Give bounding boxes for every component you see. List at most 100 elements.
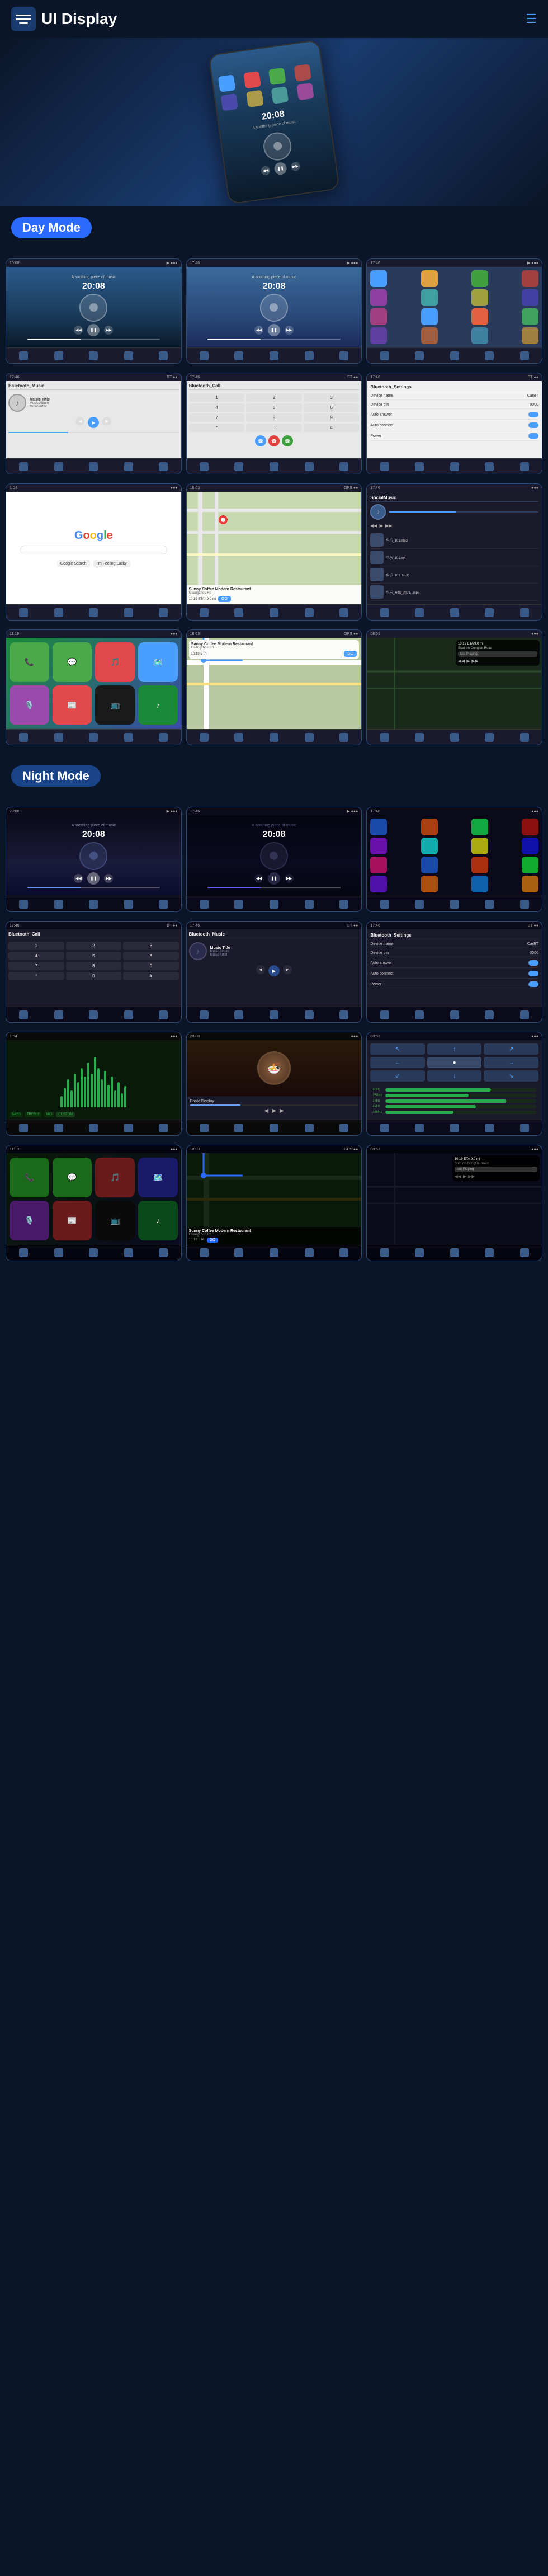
nmn-bottom-1[interactable] [200, 1248, 209, 1257]
night-app-14[interactable] [421, 876, 438, 892]
app-icon-14[interactable] [421, 327, 438, 344]
night-app-2[interactable] [421, 819, 438, 835]
bottom-icon-8[interactable] [270, 351, 278, 360]
night-auto-connect-toggle[interactable] [528, 971, 538, 976]
nios-app-news[interactable]: 📰 [53, 1201, 92, 1240]
bottom-icon-7[interactable] [234, 351, 243, 360]
night-app-13[interactable] [370, 876, 387, 892]
nav-up[interactable]: ↑ [427, 1043, 482, 1055]
dial-8[interactable]: 8 [246, 413, 302, 422]
bottom-icon-12[interactable] [415, 351, 424, 360]
nbtm-bottom-4[interactable] [305, 1010, 314, 1019]
night-np-prev[interactable]: ◀◀ [455, 1174, 461, 1179]
nmn-bottom-5[interactable] [339, 1248, 348, 1257]
nav2-bottom-4[interactable] [305, 733, 314, 742]
map-bottom-5[interactable] [339, 608, 348, 617]
bottom-icon-15[interactable] [520, 351, 529, 360]
sm-bottom-5[interactable] [520, 608, 529, 617]
google-lucky-btn[interactable]: I'm Feeling Lucky [93, 560, 130, 567]
app-icon-4[interactable] [522, 270, 538, 287]
nios-bottom-3[interactable] [89, 1248, 98, 1257]
nav-down-right[interactable]: ↘ [484, 1070, 538, 1082]
dial-4[interactable]: 4 [189, 403, 245, 412]
nios-bottom-5[interactable] [159, 1248, 168, 1257]
ios-bottom-2[interactable] [54, 733, 63, 742]
dial-5[interactable]: 5 [246, 403, 302, 412]
nnc-bottom-3[interactable] [450, 1124, 459, 1132]
night-app-15[interactable] [471, 876, 488, 892]
night-np-play[interactable]: ▶ [463, 1174, 466, 1179]
bt3-bottom-1[interactable] [380, 462, 389, 471]
nnc-bottom-1[interactable] [380, 1124, 389, 1132]
photo-play[interactable]: ▶ [272, 1108, 276, 1114]
nnp-bottom-1[interactable] [380, 1248, 389, 1257]
g-bottom-1[interactable] [19, 608, 28, 617]
g-bottom-5[interactable] [159, 608, 168, 617]
np-bottom-5[interactable] [520, 733, 529, 742]
bt-bottom-3[interactable] [89, 462, 98, 471]
sm-next[interactable]: ▶▶ [385, 523, 392, 528]
night-app-3[interactable] [471, 819, 488, 835]
night-app-4[interactable] [522, 819, 538, 835]
night-auto-answer-toggle[interactable] [528, 960, 538, 966]
call-dial-btn[interactable]: ☎ [255, 435, 266, 446]
ndial-5[interactable]: 5 [66, 952, 122, 960]
bt3-bottom-3[interactable] [450, 462, 459, 471]
bt3-bottom-2[interactable] [415, 462, 424, 471]
bt2-bottom-1[interactable] [200, 462, 209, 471]
app-icon-5[interactable] [370, 289, 387, 306]
nav-right[interactable]: → [484, 1057, 538, 1068]
ndial-1[interactable]: 1 [8, 942, 64, 950]
ndial-8[interactable]: 8 [66, 962, 122, 970]
nav-go-btn[interactable]: GO [218, 596, 231, 602]
dial-3[interactable]: 3 [304, 393, 360, 402]
nbtc-bottom-4[interactable] [124, 1010, 133, 1019]
g-bottom-2[interactable] [54, 608, 63, 617]
nbtm-bottom-2[interactable] [234, 1010, 243, 1019]
nbtc-bottom-1[interactable] [19, 1010, 28, 1019]
nmn-bottom-3[interactable] [270, 1248, 278, 1257]
np-bottom-4[interactable] [485, 733, 494, 742]
ph-bottom-1[interactable] [200, 1124, 209, 1132]
ndial-0[interactable]: 0 [66, 972, 122, 980]
n1-bottom-3[interactable] [89, 900, 98, 909]
ios-bottom-4[interactable] [124, 733, 133, 742]
np-next[interactable]: ▶▶ [471, 659, 478, 664]
nios-app-maps[interactable]: 🗺️ [138, 1158, 178, 1197]
bt2-bottom-2[interactable] [234, 462, 243, 471]
auto-connect-toggle[interactable] [528, 422, 538, 428]
night-nav-go[interactable]: GO [207, 1238, 219, 1243]
map-bottom-4[interactable] [305, 608, 314, 617]
bottom-icon-11[interactable] [380, 351, 389, 360]
call-end-btn[interactable]: ☎ [268, 435, 280, 446]
next-btn-2[interactable]: ▶▶ [285, 326, 294, 335]
g-bottom-4[interactable] [124, 608, 133, 617]
eq-btn-2[interactable]: TREBLE [25, 1112, 42, 1117]
bt2-bottom-5[interactable] [339, 462, 348, 471]
auto-answer-toggle[interactable] [528, 412, 538, 417]
hero-next-btn[interactable]: ▶▶ [290, 161, 300, 171]
night-app-12[interactable] [522, 857, 538, 873]
night-app-10[interactable] [421, 857, 438, 873]
sm-bottom-3[interactable] [450, 608, 459, 617]
app-icon-1[interactable] [370, 270, 387, 287]
nbtm-bottom-3[interactable] [270, 1010, 278, 1019]
bt3-bottom-5[interactable] [520, 462, 529, 471]
np-prev[interactable]: ◀◀ [458, 659, 465, 664]
night-app-6[interactable] [421, 838, 438, 854]
bottom-icon-13[interactable] [450, 351, 459, 360]
night-app-11[interactable] [471, 857, 488, 873]
nav2-bottom-3[interactable] [270, 733, 278, 742]
prev-btn-1[interactable]: ◀◀ [74, 326, 83, 335]
na-bottom-2[interactable] [415, 900, 424, 909]
bt2-bottom-4[interactable] [305, 462, 314, 471]
g-bottom-3[interactable] [89, 608, 98, 617]
app-icon-10[interactable] [421, 308, 438, 325]
bt-bottom-4[interactable] [124, 462, 133, 471]
ios-bottom-3[interactable] [89, 733, 98, 742]
power-toggle[interactable] [528, 433, 538, 439]
n2-bottom-2[interactable] [234, 900, 243, 909]
nios-bottom-1[interactable] [19, 1248, 28, 1257]
night-app-5[interactable] [370, 838, 387, 854]
ndial-4[interactable]: 4 [8, 952, 64, 960]
